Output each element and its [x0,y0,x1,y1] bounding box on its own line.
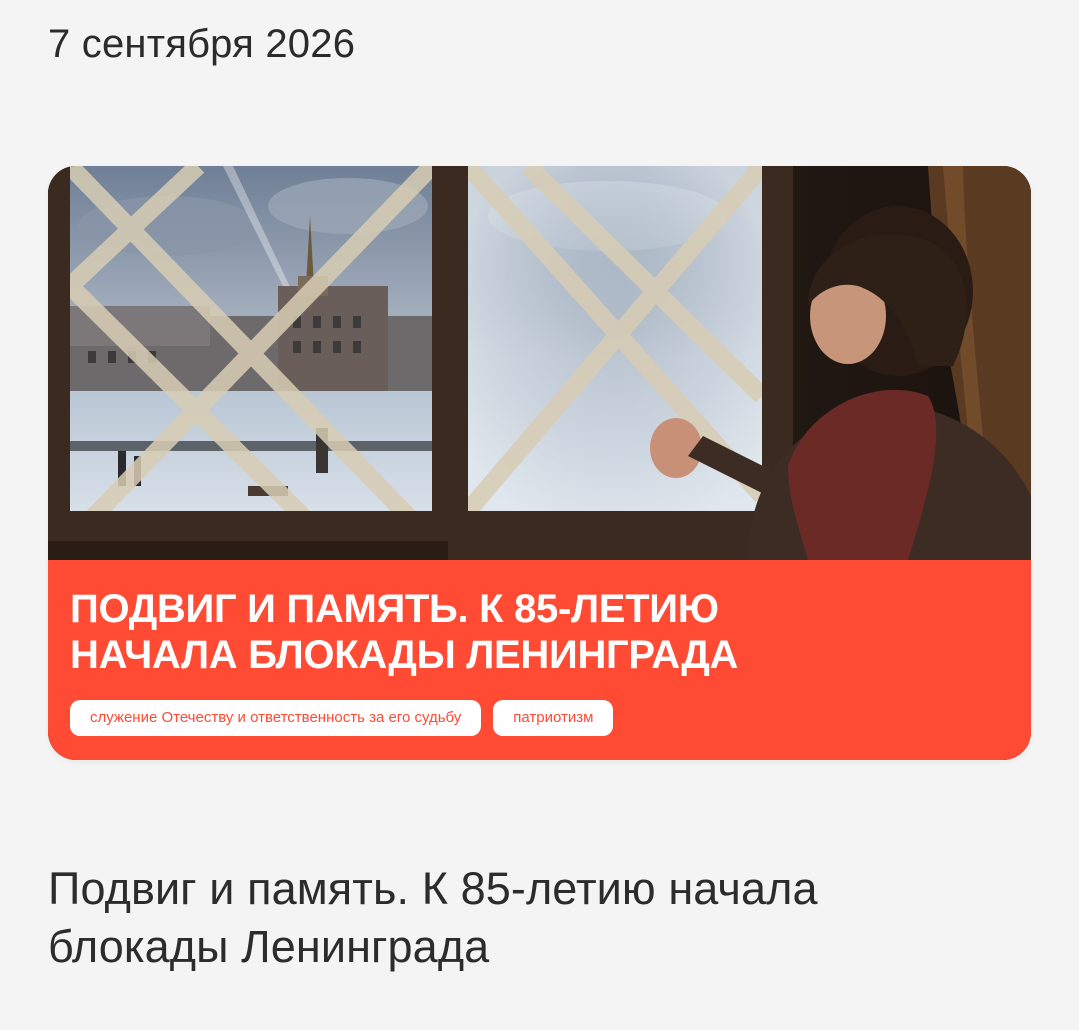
blockade-window-illustration [48,166,1031,560]
article-date: 7 сентября 2026 [48,22,356,66]
tag-patriotism[interactable]: патриотизм [493,700,614,736]
tag-list: служение Отечеству и ответственность за … [70,700,614,736]
card-banner: ПОДВИГ И ПАМЯТЬ. К 85-ЛЕТИЮ НАЧАЛА БЛОКА… [48,560,1031,760]
article-headline[interactable]: Подвиг и память. К 85-летию начала блока… [48,860,1008,976]
banner-title-line2: НАЧАЛА БЛОКАДЫ ЛЕНИНГРАДА [70,633,739,677]
banner-title-line1: ПОДВИГ И ПАМЯТЬ. К 85-ЛЕТИЮ [70,587,719,631]
banner-title: ПОДВИГ И ПАМЯТЬ. К 85-ЛЕТИЮ НАЧАЛА БЛОКА… [70,586,970,678]
article-card[interactable]: ПОДВИГ И ПАМЯТЬ. К 85-ЛЕТИЮ НАЧАЛА БЛОКА… [48,166,1031,760]
tag-service-to-fatherland[interactable]: служение Отечеству и ответственность за … [70,700,482,736]
